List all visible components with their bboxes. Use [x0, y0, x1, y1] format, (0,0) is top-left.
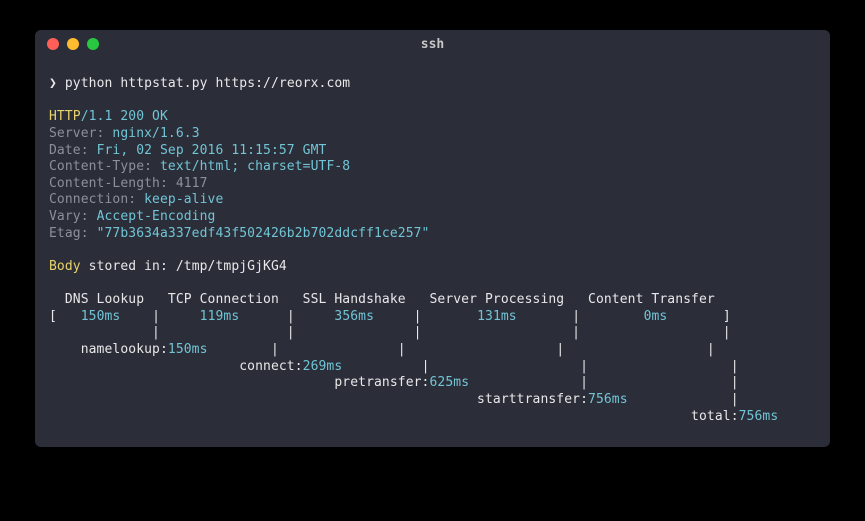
hdr-date-value: Fri, 02 Sep 2016 11:15:57 GMT — [97, 143, 327, 158]
pretransfer-value: 625ms — [429, 375, 469, 390]
hdr-server-value: nginx/1.6.3 — [112, 126, 199, 141]
hdr-clen: Content-Length: 4117 — [49, 176, 208, 191]
hdr-etag-value: "77b3634a337edf43f502426b2b702ddcff1ce25… — [97, 226, 430, 241]
total-label: total: — [49, 409, 739, 424]
transfer-value: 0ms — [644, 309, 668, 324]
connect-value: 269ms — [303, 359, 343, 374]
row-close: ] — [667, 309, 730, 324]
terminal-body[interactable]: ❯ python httpstat.py https://reorx.com H… — [35, 58, 830, 447]
zoom-icon[interactable] — [87, 38, 99, 50]
hdr-ctype-value: text/html; charset=UTF-8 — [160, 159, 350, 174]
hdr-vary-label: Vary: — [49, 209, 97, 224]
minimize-icon[interactable] — [67, 38, 79, 50]
hdr-vary-value: Accept-Encoding — [97, 209, 216, 224]
ssl-value: 356ms — [334, 309, 374, 324]
tcp-value: 119ms — [200, 309, 240, 324]
connect-label: connect: — [49, 359, 303, 374]
body-path: stored in: /tmp/tmpjGjKG4 — [81, 259, 287, 274]
hdr-conn-label: Connection: — [49, 192, 144, 207]
timing-header: DNS Lookup TCP Connection SSL Handshake … — [49, 292, 715, 307]
window-title: ssh — [35, 37, 830, 52]
bar-line: | | | | | — [49, 325, 731, 340]
hdr-etag-label: Etag: — [49, 226, 97, 241]
namelookup-value: 150ms — [168, 342, 208, 357]
row-open: [ — [49, 309, 81, 324]
hdr-date-label: Date: — [49, 143, 97, 158]
body-label: Body — [49, 259, 81, 274]
server-value: 131ms — [477, 309, 517, 324]
titlebar: ssh — [35, 30, 830, 58]
window-controls — [35, 38, 99, 50]
hdr-conn-value: keep-alive — [144, 192, 223, 207]
prompt-symbol: ❯ — [49, 76, 57, 91]
namelookup-label: namelookup: — [49, 342, 168, 357]
starttransfer-label: starttransfer: — [49, 392, 588, 407]
terminal-window: ssh ❯ python httpstat.py https://reorx.c… — [35, 30, 830, 447]
status-rest: /1.1 200 OK — [81, 109, 168, 124]
command-line: python httpstat.py https://reorx.com — [65, 76, 350, 91]
starttransfer-value: 756ms — [588, 392, 628, 407]
dns-value: 150ms — [81, 309, 121, 324]
close-icon[interactable] — [47, 38, 59, 50]
pretransfer-label: pretransfer: — [49, 375, 429, 390]
status-http: HTTP — [49, 109, 81, 124]
hdr-server-label: Server: — [49, 126, 112, 141]
total-value: 756ms — [739, 409, 779, 424]
hdr-ctype-label: Content-Type: — [49, 159, 160, 174]
